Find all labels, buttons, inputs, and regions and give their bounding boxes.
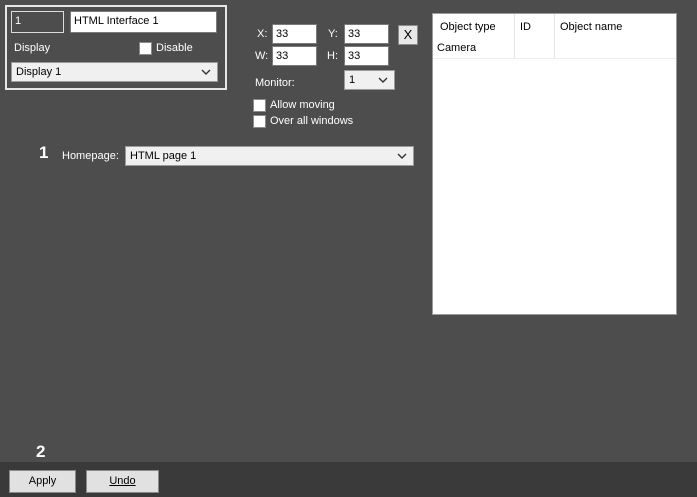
column-header-object-name[interactable]: Object name (560, 21, 622, 33)
h-label: H: (327, 50, 338, 62)
disable-checkbox[interactable] (139, 42, 152, 55)
y-label: Y: (328, 28, 338, 40)
callout-2: 2 (36, 442, 46, 461)
table-cell-object-type[interactable]: Camera (437, 42, 476, 54)
allow-moving-checkbox[interactable] (253, 99, 266, 112)
undo-button[interactable]: Undo (86, 470, 159, 493)
x-label: X: (257, 28, 268, 40)
monitor-select[interactable]: 1 (344, 70, 395, 90)
object-table[interactable]: Object type ID Object name Camera (432, 13, 677, 315)
monitor-select-value: 1 (349, 74, 356, 86)
monitor-label: Monitor: (255, 77, 295, 89)
homepage-label: Homepage: (62, 150, 119, 162)
id-field[interactable]: 1 (11, 11, 64, 33)
display-select-value: Display 1 (16, 66, 62, 78)
callout-1: 1 (39, 143, 49, 162)
chevron-down-icon (397, 153, 407, 159)
name-field[interactable]: HTML Interface 1 (70, 11, 217, 33)
row-divider (433, 58, 676, 59)
homepage-select-value: HTML page 1 (130, 150, 197, 162)
disable-label: Disable (156, 42, 193, 54)
column-divider (514, 14, 515, 58)
chevron-down-icon (378, 77, 388, 83)
over-all-windows-checkbox[interactable] (253, 115, 266, 128)
x-field[interactable]: 33 (272, 24, 317, 44)
allow-moving-label: Allow moving (270, 99, 335, 111)
over-all-windows-label: Over all windows (270, 115, 354, 127)
y-field[interactable]: 33 (344, 24, 389, 44)
column-header-object-type[interactable]: Object type (440, 21, 496, 33)
h-field[interactable]: 33 (344, 46, 389, 66)
w-field[interactable]: 33 (272, 46, 317, 66)
reset-position-button[interactable]: X (398, 25, 418, 45)
homepage-select[interactable]: HTML page 1 (125, 146, 414, 166)
apply-button[interactable]: Apply (9, 470, 76, 493)
w-label: W: (255, 50, 269, 62)
display-label: Display (14, 42, 51, 54)
column-header-id[interactable]: ID (520, 21, 531, 33)
column-divider (554, 14, 555, 58)
chevron-down-icon (201, 69, 211, 75)
display-select[interactable]: Display 1 (11, 62, 218, 82)
